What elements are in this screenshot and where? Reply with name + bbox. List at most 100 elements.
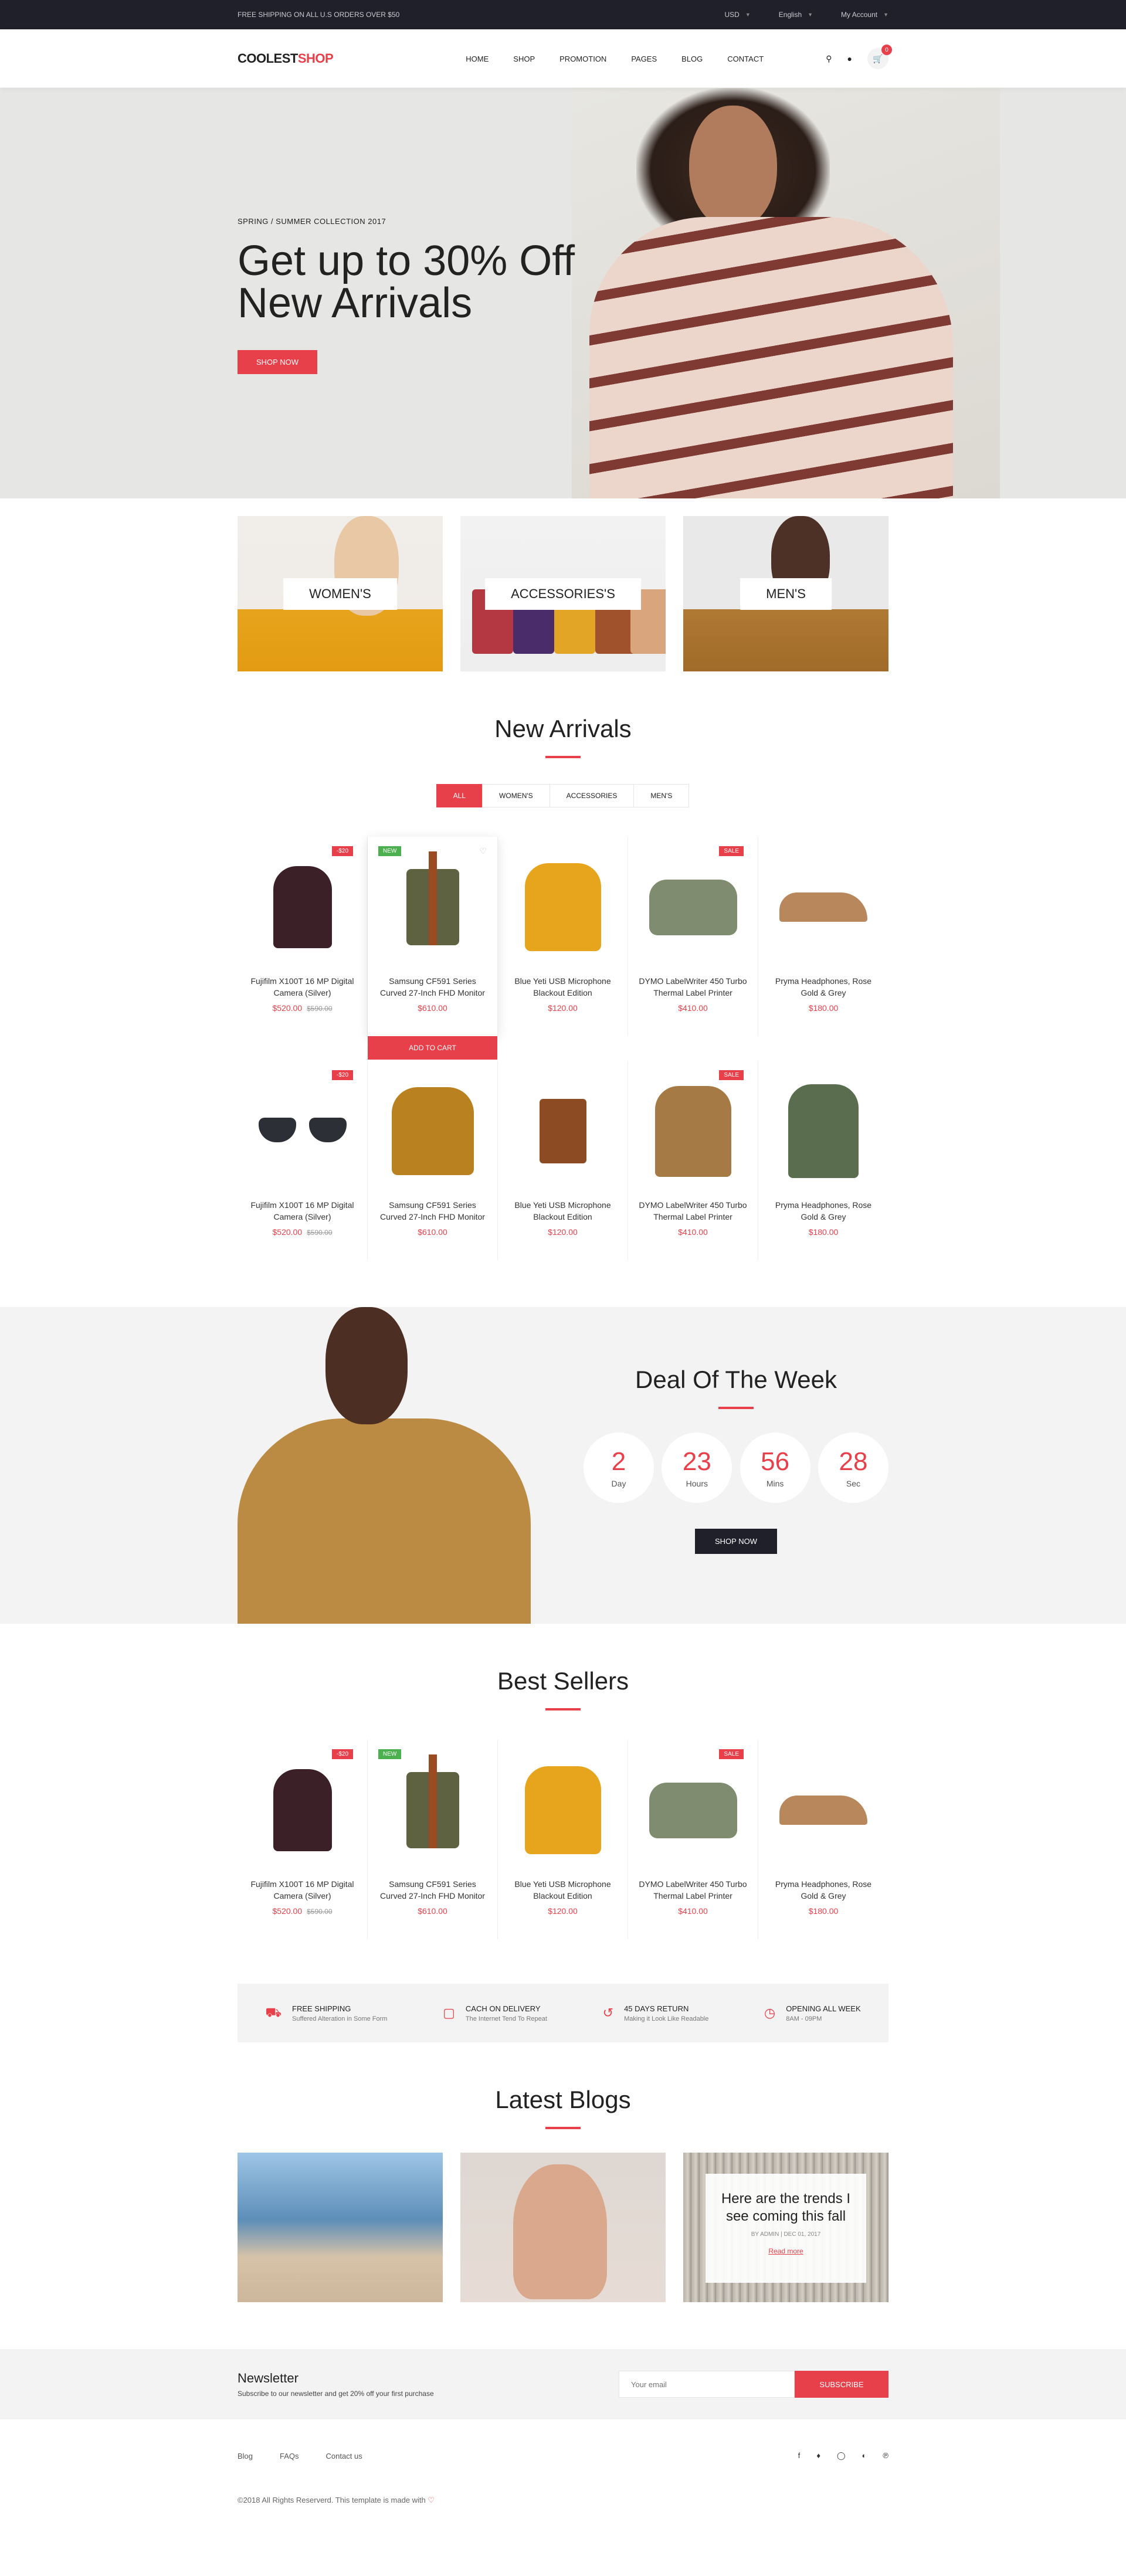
product-card[interactable]: Pryma Headphones, Rose Gold & Grey $180.…: [758, 837, 888, 1036]
product-name[interactable]: Blue Yeti USB Microphone Blackout Editio…: [498, 1863, 628, 1902]
hero-shop-now-button[interactable]: SHOP NOW: [238, 350, 317, 374]
product-image[interactable]: [380, 1754, 486, 1863]
filter-accessories[interactable]: ACCESSORIES: [549, 784, 635, 807]
product-card[interactable]: Blue Yeti USB Microphone Blackout Editio…: [498, 1740, 628, 1939]
subscribe-button[interactable]: SUBSCRIBE: [795, 2371, 888, 2398]
product-image[interactable]: [380, 1078, 486, 1184]
category-womens[interactable]: WOMEN'S: [238, 516, 443, 671]
deal-shop-now-button[interactable]: SHOP NOW: [695, 1529, 777, 1554]
countdown-secs: 28 Sec: [818, 1433, 888, 1503]
product-name[interactable]: Samsung CF591 Series Curved 27-Inch FHD …: [368, 960, 497, 999]
currency-select[interactable]: USD ▼: [725, 11, 751, 19]
copyright-label: ©2018 All Rights Reserverd. This templat…: [238, 2496, 426, 2504]
nav-contact[interactable]: CONTACT: [727, 55, 764, 63]
product-name[interactable]: DYMO LabelWriter 450 Turbo Thermal Label…: [628, 1184, 758, 1223]
product-name[interactable]: Blue Yeti USB Microphone Blackout Editio…: [498, 960, 628, 999]
product-card[interactable]: Blue Yeti USB Microphone Blackout Editio…: [498, 837, 628, 1036]
blog-card-title[interactable]: Here are the trends I see coming this fa…: [706, 2190, 866, 2225]
product-card[interactable]: SALE DYMO LabelWriter 450 Turbo Thermal …: [628, 837, 758, 1036]
product-card[interactable]: -$20 Fujifilm X100T 16 MP Digital Camera…: [238, 837, 368, 1036]
product-image[interactable]: [771, 854, 876, 960]
filter-womens[interactable]: WOMEN'S: [482, 784, 550, 807]
product-image[interactable]: [771, 1078, 876, 1184]
product-image[interactable]: [250, 1078, 355, 1184]
nav-pages[interactable]: PAGES: [631, 55, 657, 63]
product-image[interactable]: [250, 854, 355, 960]
product-card[interactable]: Samsung CF591 Series Curved 27-Inch FHD …: [368, 1061, 498, 1260]
feature-subtitle: The Internet Tend To Repeat: [465, 2015, 547, 2022]
filter-all[interactable]: ALL: [436, 784, 483, 807]
footer-link-blog[interactable]: Blog: [238, 2452, 253, 2460]
product-name[interactable]: DYMO LabelWriter 450 Turbo Thermal Label…: [628, 1863, 758, 1902]
product-name[interactable]: Fujifilm X100T 16 MP Digital Camera (Sil…: [238, 1184, 367, 1223]
product-card[interactable]: -$20 Fujifilm X100T 16 MP Digital Camera…: [238, 1061, 368, 1260]
product-name[interactable]: Pryma Headphones, Rose Gold & Grey: [758, 1863, 888, 1902]
product-name[interactable]: Fujifilm X100T 16 MP Digital Camera (Sil…: [238, 960, 367, 999]
clock-icon: ◷: [764, 2005, 776, 2020]
product-price: $180.00: [808, 1227, 839, 1237]
header-icons: ⚲ ● 🛒 0: [826, 45, 892, 69]
account-menu[interactable]: My Account ▼: [841, 11, 888, 19]
nav-promotion[interactable]: PROMOTION: [559, 55, 606, 63]
countdown-hours: 23 Hours: [662, 1433, 732, 1503]
product-image[interactable]: [640, 1757, 746, 1863]
nav-shop[interactable]: SHOP: [513, 55, 535, 63]
footer-link-contact[interactable]: Contact us: [326, 2452, 362, 2460]
new-arrivals-title: New Arrivals: [494, 715, 632, 742]
nav-home[interactable]: HOME: [466, 55, 489, 63]
blog-post-image[interactable]: [238, 2153, 443, 2302]
product-price: $120.00: [548, 1003, 578, 1013]
footer-link-faqs[interactable]: FAQs: [280, 2452, 299, 2460]
product-name[interactable]: Pryma Headphones, Rose Gold & Grey: [758, 1184, 888, 1223]
blog-post-image[interactable]: [460, 2153, 666, 2302]
user-icon[interactable]: ●: [847, 54, 852, 63]
product-name[interactable]: Blue Yeti USB Microphone Blackout Editio…: [498, 1184, 628, 1223]
product-card[interactable]: NEW Samsung CF591 Series Curved 27-Inch …: [368, 1740, 498, 1939]
product-card[interactable]: SALE DYMO LabelWriter 450 Turbo Thermal …: [628, 1061, 758, 1260]
product-card[interactable]: Pryma Headphones, Rose Gold & Grey $180.…: [758, 1061, 888, 1260]
product-price: $520.00 $590.00: [238, 1003, 367, 1013]
product-image[interactable]: [380, 851, 486, 960]
deal-content: Deal Of The Week 2 Day 23 Hours 56 Mins 28 S…: [584, 1366, 888, 1554]
site-logo[interactable]: COOLESTSHOP: [238, 51, 334, 66]
best-sellers-title: Best Sellers: [497, 1667, 629, 1695]
newsletter-form: SUBSCRIBE: [619, 2371, 888, 2398]
cart-button[interactable]: 🛒 0: [867, 45, 892, 69]
language-select[interactable]: English ▼: [779, 11, 813, 19]
product-card[interactable]: SALE DYMO LabelWriter 450 Turbo Thermal …: [628, 1740, 758, 1939]
product-card[interactable]: -$20 Fujifilm X100T 16 MP Digital Camera…: [238, 1740, 368, 1939]
filter-mens[interactable]: MEN'S: [633, 784, 690, 807]
truck-icon: ⛟: [265, 2004, 282, 2020]
pinterest-icon[interactable]: ℗: [883, 2451, 888, 2460]
product-image[interactable]: [640, 854, 746, 960]
add-to-cart-button[interactable]: ADD TO CART: [368, 1036, 497, 1060]
category-accessories[interactable]: ACCESSORIES'S: [460, 516, 666, 671]
nav-blog[interactable]: BLOG: [681, 55, 703, 63]
product-image[interactable]: [640, 1078, 746, 1184]
blog-post-featured[interactable]: Here are the trends I see coming this fa…: [683, 2153, 888, 2302]
product-card[interactable]: NEW ♡ Samsung CF591 Series Curved 27-Inc…: [368, 837, 498, 1060]
product-name[interactable]: Fujifilm X100T 16 MP Digital Camera (Sil…: [238, 1863, 367, 1902]
product-image[interactable]: [510, 854, 616, 960]
feature-title: 45 DAYS RETURN: [624, 2004, 689, 2013]
skype-icon[interactable]: ◐: [862, 2451, 867, 2460]
search-icon[interactable]: ⚲: [826, 54, 832, 64]
product-image[interactable]: [510, 1078, 616, 1184]
product-name[interactable]: Pryma Headphones, Rose Gold & Grey: [758, 960, 888, 999]
facebook-icon[interactable]: f: [798, 2451, 801, 2460]
product-image[interactable]: [510, 1757, 616, 1863]
product-card[interactable]: Blue Yeti USB Microphone Blackout Editio…: [498, 1061, 628, 1260]
product-card[interactable]: Pryma Headphones, Rose Gold & Grey $180.…: [758, 1740, 888, 1939]
product-name[interactable]: DYMO LabelWriter 450 Turbo Thermal Label…: [628, 960, 758, 999]
product-image[interactable]: [250, 1757, 355, 1863]
instagram-icon[interactable]: ◯: [837, 2451, 846, 2460]
product-name[interactable]: Samsung CF591 Series Curved 27-Inch FHD …: [368, 1863, 497, 1902]
price-current: $520.00: [272, 1227, 303, 1237]
product-image[interactable]: [771, 1757, 876, 1863]
countdown-label: Sec: [846, 1479, 861, 1488]
twitter-icon[interactable]: ♦: [816, 2451, 820, 2460]
product-name[interactable]: Samsung CF591 Series Curved 27-Inch FHD …: [368, 1184, 497, 1223]
email-input[interactable]: [619, 2371, 795, 2398]
read-more-link[interactable]: Read more: [768, 2247, 803, 2255]
category-mens[interactable]: MEN'S: [683, 516, 888, 671]
